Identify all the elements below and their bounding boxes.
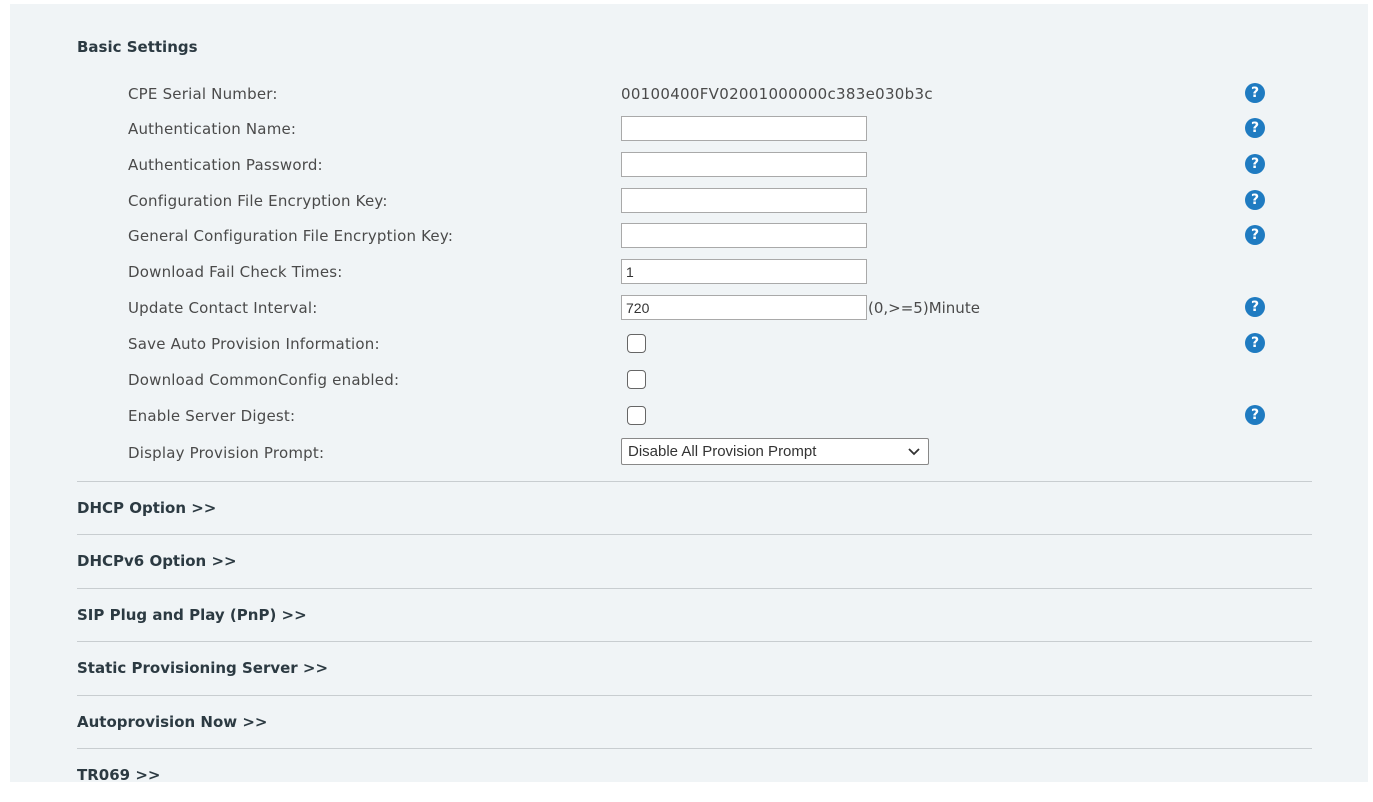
auth-password-input[interactable] bbox=[621, 152, 867, 177]
download-common-label: Download CommonConfig enabled: bbox=[128, 371, 400, 389]
row-server-digest: Enable Server Digest: ? bbox=[10, 398, 1368, 434]
help-icon[interactable]: ? bbox=[1245, 83, 1265, 103]
help-icon[interactable]: ? bbox=[1245, 225, 1265, 245]
row-general-config-key: General Configuration File Encryption Ke… bbox=[10, 218, 1368, 254]
row-auth-name: Authentication Name: ? bbox=[10, 111, 1368, 147]
chevron-down-icon bbox=[908, 448, 920, 456]
row-config-key: Configuration File Encryption Key: ? bbox=[10, 183, 1368, 219]
section-static-provisioning[interactable]: Static Provisioning Server >> bbox=[77, 641, 1312, 695]
static-provisioning-label: Static Provisioning Server >> bbox=[77, 659, 329, 677]
server-digest-checkbox[interactable] bbox=[627, 406, 646, 425]
download-common-checkbox[interactable] bbox=[627, 370, 646, 389]
provision-panel: Basic Settings CPE Serial Number: 001004… bbox=[10, 4, 1368, 784]
auth-password-label: Authentication Password: bbox=[128, 156, 323, 174]
display-prompt-selected: Disable All Provision Prompt bbox=[628, 443, 817, 460]
cpe-serial-label: CPE Serial Number: bbox=[128, 85, 278, 103]
dhcpv6-option-label: DHCPv6 Option >> bbox=[77, 552, 237, 570]
download-fail-label: Download Fail Check Times: bbox=[128, 263, 343, 281]
config-key-label: Configuration File Encryption Key: bbox=[128, 192, 388, 210]
server-digest-label: Enable Server Digest: bbox=[128, 407, 296, 425]
tr069-label: TR069 >> bbox=[77, 766, 161, 784]
display-prompt-select[interactable]: Disable All Provision Prompt bbox=[621, 438, 929, 465]
row-download-fail: Download Fail Check Times: bbox=[10, 254, 1368, 290]
update-interval-label: Update Contact Interval: bbox=[128, 299, 318, 317]
row-cpe-serial: CPE Serial Number: 00100400FV02001000000… bbox=[10, 76, 1368, 112]
save-auto-label: Save Auto Provision Information: bbox=[128, 335, 380, 353]
autoprovision-now-label: Autoprovision Now >> bbox=[77, 713, 268, 731]
section-sip-pnp[interactable]: SIP Plug and Play (PnP) >> bbox=[77, 588, 1312, 642]
download-fail-input[interactable] bbox=[621, 259, 867, 284]
general-config-key-input[interactable] bbox=[621, 223, 867, 248]
section-autoprovision-now[interactable]: Autoprovision Now >> bbox=[77, 695, 1312, 749]
dhcp-option-label: DHCP Option >> bbox=[77, 499, 217, 517]
section-dhcp-option[interactable]: DHCP Option >> bbox=[77, 481, 1312, 535]
cpe-serial-value: 00100400FV02001000000c383e030b3c bbox=[621, 85, 933, 103]
help-icon[interactable]: ? bbox=[1245, 190, 1265, 210]
help-icon[interactable]: ? bbox=[1245, 118, 1265, 138]
general-config-key-label: General Configuration File Encryption Ke… bbox=[128, 227, 454, 245]
help-icon[interactable]: ? bbox=[1245, 333, 1265, 353]
help-icon[interactable]: ? bbox=[1245, 405, 1265, 425]
row-auth-password: Authentication Password: ? bbox=[10, 147, 1368, 183]
display-prompt-label: Display Provision Prompt: bbox=[128, 444, 325, 462]
row-save-auto: Save Auto Provision Information: ? bbox=[10, 326, 1368, 362]
row-update-interval: Update Contact Interval: (0,>=5)Minute ? bbox=[10, 290, 1368, 326]
sip-pnp-label: SIP Plug and Play (PnP) >> bbox=[77, 606, 307, 624]
help-icon[interactable]: ? bbox=[1245, 297, 1265, 317]
update-interval-input[interactable] bbox=[621, 295, 867, 320]
section-dhcpv6-option[interactable]: DHCPv6 Option >> bbox=[77, 534, 1312, 588]
row-download-common: Download CommonConfig enabled: bbox=[10, 362, 1368, 398]
update-interval-unit: (0,>=5)Minute bbox=[868, 299, 980, 317]
auth-name-label: Authentication Name: bbox=[128, 120, 297, 138]
section-tr069[interactable]: TR069 >> bbox=[77, 748, 1312, 802]
basic-settings-title: Basic Settings bbox=[77, 38, 198, 56]
config-key-input[interactable] bbox=[621, 188, 867, 213]
row-display-prompt: Display Provision Prompt: Disable All Pr… bbox=[10, 435, 1368, 471]
save-auto-checkbox[interactable] bbox=[627, 334, 646, 353]
help-icon[interactable]: ? bbox=[1245, 154, 1265, 174]
auth-name-input[interactable] bbox=[621, 116, 867, 141]
